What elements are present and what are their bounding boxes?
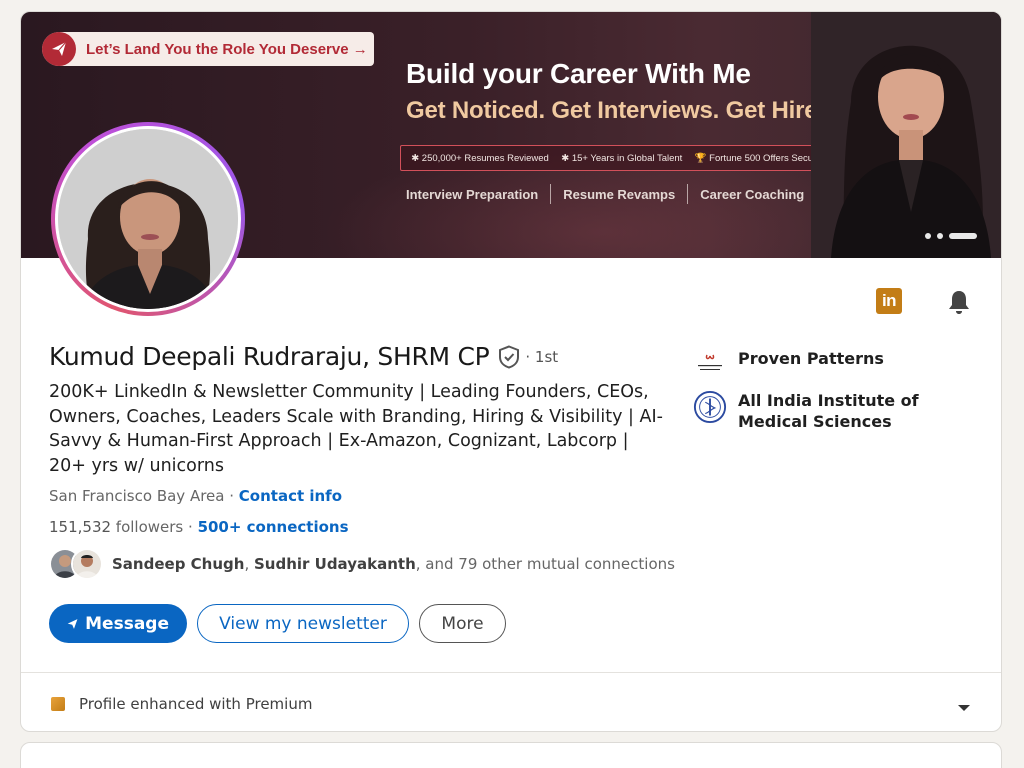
mutual-connections[interactable]: Sandeep Chugh, Sudhir Udayakanth, and 79… [49,548,675,580]
banner-subtitle: Get Noticed. Get Interviews. Get Hired [406,97,832,124]
name-row: Kumud Deepali Rudraraju, SHRM CP · 1st [49,342,558,371]
banner-stat: ✱ 15+ Years in Global Talent [561,152,683,164]
banner-tagline-pill: Let’s Land You the Role You Deserve → [42,32,374,66]
premium-text: Profile enhanced with Premium [79,695,313,713]
divider [687,184,689,204]
view-newsletter-button[interactable]: View my newsletter [197,604,409,643]
company-name: Proven Patterns [738,349,884,368]
carousel-dot[interactable] [937,233,943,239]
contact-info-link[interactable]: Contact info [239,487,342,505]
section-divider [21,672,1001,673]
bell-icon[interactable] [945,288,973,316]
paper-plane-icon [42,32,76,66]
carousel-dot-active[interactable] [949,233,977,239]
profile-headline: 200K+ LinkedIn & Newsletter Community | … [49,382,663,476]
next-section-card [20,742,1002,768]
linkedin-icon[interactable]: in [876,288,902,314]
mutual-connections-text: Sandeep Chugh, Sudhir Udayakanth, and 79… [112,555,675,573]
premium-row[interactable]: Profile enhanced with Premium [51,695,312,713]
followers-count: 151,532 [49,518,112,536]
profile-location: San Francisco Bay Area [49,487,225,505]
mutual-avatar [71,548,103,580]
banner-stat: 🏆 Fortune 500 Offers Secured [694,152,827,164]
followers-row: 151,532 followers · 500+ connections [49,518,349,536]
proven-patterns-logo [693,348,727,382]
profile-actions: Message View my newsletter More [49,604,506,643]
premium-icon [51,697,65,711]
banner-tagline: Let’s Land You the Role You Deserve → [86,40,368,58]
school-name: All India Institute of Medical Sciences [738,391,919,431]
profile-avatar[interactable] [51,122,245,316]
banner-services: Interview Preparation Resume Revamps Car… [406,184,804,204]
education[interactable]: All India Institute of Medical Sciences [693,390,978,432]
banner-service: Resume Revamps [563,186,676,202]
message-button[interactable]: Message [49,604,187,643]
verified-shield-icon[interactable] [498,344,520,369]
connection-degree: · 1st [525,347,559,366]
banner-service: Career Coaching [700,186,805,202]
banner-title: Build your Career With Me [406,58,751,89]
avatar-photo [58,129,238,309]
divider [550,184,552,204]
profile-card: Let’s Land You the Role You Deserve → Bu… [20,11,1002,732]
send-icon [67,618,78,629]
connections-link[interactable]: 500+ connections [198,518,349,536]
location-row: San Francisco Bay Area · Contact info [49,487,343,505]
current-company[interactable]: Proven Patterns [693,348,978,382]
carousel-dots[interactable] [925,233,977,239]
banner-photo [811,12,1001,258]
banner-stat: ✱ 250,000+ Resumes Reviewed [411,152,549,164]
chevron-down-icon[interactable] [957,698,971,711]
aiims-logo [693,390,727,424]
banner-service: Interview Preparation [406,186,539,202]
banner-stats: ✱ 250,000+ Resumes Reviewed ✱ 15+ Years … [400,145,838,171]
profile-name: Kumud Deepali Rudraraju, SHRM CP [49,342,490,371]
carousel-dot[interactable] [925,233,931,239]
more-button[interactable]: More [419,604,506,643]
message-button-label: Message [85,613,169,634]
